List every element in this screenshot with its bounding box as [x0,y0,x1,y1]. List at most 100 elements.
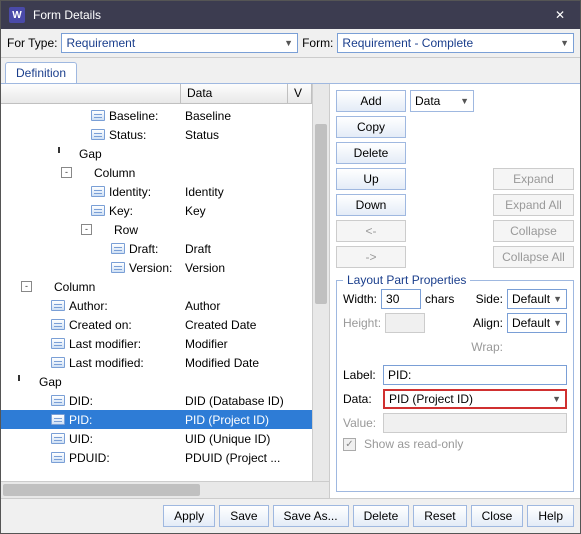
tree-row-data: Modifier [181,337,312,351]
move-left-button[interactable]: <- [336,220,406,242]
tree-row[interactable]: -Column [1,277,312,296]
form-value: Requirement - Complete [342,36,473,50]
tree-row[interactable]: PID: PID (Project ID) [1,410,312,429]
tree-row-data: Created Date [181,318,312,332]
expand-button[interactable]: Expand [493,168,574,190]
tree-header-col1[interactable] [1,84,181,103]
data-select[interactable]: PID (Project ID)▼ [383,389,567,409]
tree-row-label: Created on: [69,318,132,332]
tree-row-label: Last modifier: [69,337,141,351]
tree-row-label: UID: [69,432,93,446]
tree-row[interactable]: Baseline:Baseline [1,106,312,125]
tree-header-data[interactable]: Data [181,84,288,103]
collapse-all-button[interactable]: Collapse All [493,246,574,268]
tree-row[interactable]: Gap [1,144,312,163]
form-combo[interactable]: Requirement - Complete ▼ [337,33,574,53]
tree-row-data: PDUID (Project ... [181,451,312,465]
layout-properties-group: Layout Part Properties Width: 30 chars S… [336,280,574,492]
tree-row[interactable]: Gap [1,372,312,391]
tree-row[interactable]: Key:Key [1,201,312,220]
add-button[interactable]: Add [336,90,406,112]
chevron-down-icon: ▼ [460,96,469,106]
add-type-select[interactable]: Data ▼ [410,90,474,112]
tree-row-label: Column [94,166,135,180]
side-label: Side: [476,292,503,306]
help-button[interactable]: Help [527,505,574,527]
tree-row[interactable]: Status:Status [1,125,312,144]
up-button[interactable]: Up [336,168,406,190]
tree-header-v[interactable]: V [288,84,312,103]
field-icon [51,300,65,311]
tree-row[interactable]: DID: DID (Database ID) [1,391,312,410]
app-icon: W [9,7,25,23]
collapse-button[interactable]: Collapse [493,220,574,242]
tree-row-label: Row [114,223,138,237]
close-icon[interactable]: ✕ [548,8,572,22]
move-right-button[interactable]: -> [336,246,406,268]
tree-row-label: Gap [39,375,62,389]
gap-icon [21,376,35,387]
expand-toggle-icon[interactable]: - [81,224,92,235]
field-icon [51,338,65,349]
tree-row-data: Identity [181,185,312,199]
tree-row[interactable]: - Row [1,220,312,239]
apply-button[interactable]: Apply [163,505,215,527]
tree-row-data: UID (Unique ID) [181,432,312,446]
field-icon [91,110,105,121]
align-select[interactable]: Default▼ [507,313,567,333]
tree-row-label: PID: [69,413,92,427]
tree-row-label: Identity: [109,185,151,199]
copy-button[interactable]: Copy [336,116,406,138]
tree-row[interactable]: PDUID:PDUID (Project ... [1,448,312,467]
expand-toggle-icon[interactable]: - [61,167,72,178]
tree-row[interactable]: - Column [1,163,312,182]
horizontal-scrollbar[interactable] [1,481,329,498]
vertical-scrollbar[interactable] [312,84,329,481]
side-select[interactable]: Default▼ [507,289,567,309]
tree-row-label: DID: [69,394,93,408]
save-as-button[interactable]: Save As... [273,505,349,527]
width-input[interactable]: 30 [381,289,421,309]
tab-definition[interactable]: Definition [5,62,77,83]
tree-row[interactable]: Last modifier: Modifier [1,334,312,353]
expand-all-button[interactable]: Expand All [493,194,574,216]
field-icon [111,262,125,273]
reset-button[interactable]: Reset [413,505,466,527]
chevron-down-icon: ▼ [284,38,293,48]
tree-row[interactable]: Draft:Draft [1,239,312,258]
form-details-window: W Form Details ✕ For Type: Requirement ▼… [0,0,581,534]
width-unit: chars [425,292,454,306]
tree-row-data: DID (Database ID) [181,394,312,408]
expand-toggle-icon[interactable]: - [21,281,32,292]
column-icon [36,281,50,292]
tree-row-label: Key: [109,204,133,218]
label-input[interactable]: PID: [383,365,567,385]
tree-row-data: PID (Project ID) [181,413,312,427]
delete-button[interactable]: Delete [336,142,406,164]
chevron-down-icon: ▼ [560,38,569,48]
width-label: Width: [343,292,377,306]
tree-row[interactable]: Author:Author [1,296,312,315]
tree-panel: Data V Baseline:BaselineStatus:StatusGap… [1,84,330,498]
tree-row[interactable]: Version:Version [1,258,312,277]
delete-button-footer[interactable]: Delete [353,505,410,527]
tree-row[interactable]: UID: UID (Unique ID) [1,429,312,448]
tree-row[interactable]: Last modified:Modified Date [1,353,312,372]
for-type-combo[interactable]: Requirement ▼ [61,33,298,53]
close-button[interactable]: Close [471,505,524,527]
tree-row-label: Version: [129,261,172,275]
for-type-label: For Type: [7,36,57,50]
height-label: Height: [343,316,381,330]
tree-row-label: Baseline: [109,109,158,123]
tree-row-label: Status: [109,128,146,142]
tree-row[interactable]: Identity: Identity [1,182,312,201]
column-icon [76,167,90,178]
form-label: Form: [302,36,333,50]
tree-body[interactable]: Baseline:BaselineStatus:StatusGap-Column… [1,104,312,481]
save-button[interactable]: Save [219,505,268,527]
tree-row-data: Draft [181,242,312,256]
tree-row[interactable]: Created on: Created Date [1,315,312,334]
down-button[interactable]: Down [336,194,406,216]
toolbar: For Type: Requirement ▼ Form: Requiremen… [1,29,580,58]
field-icon [91,186,105,197]
